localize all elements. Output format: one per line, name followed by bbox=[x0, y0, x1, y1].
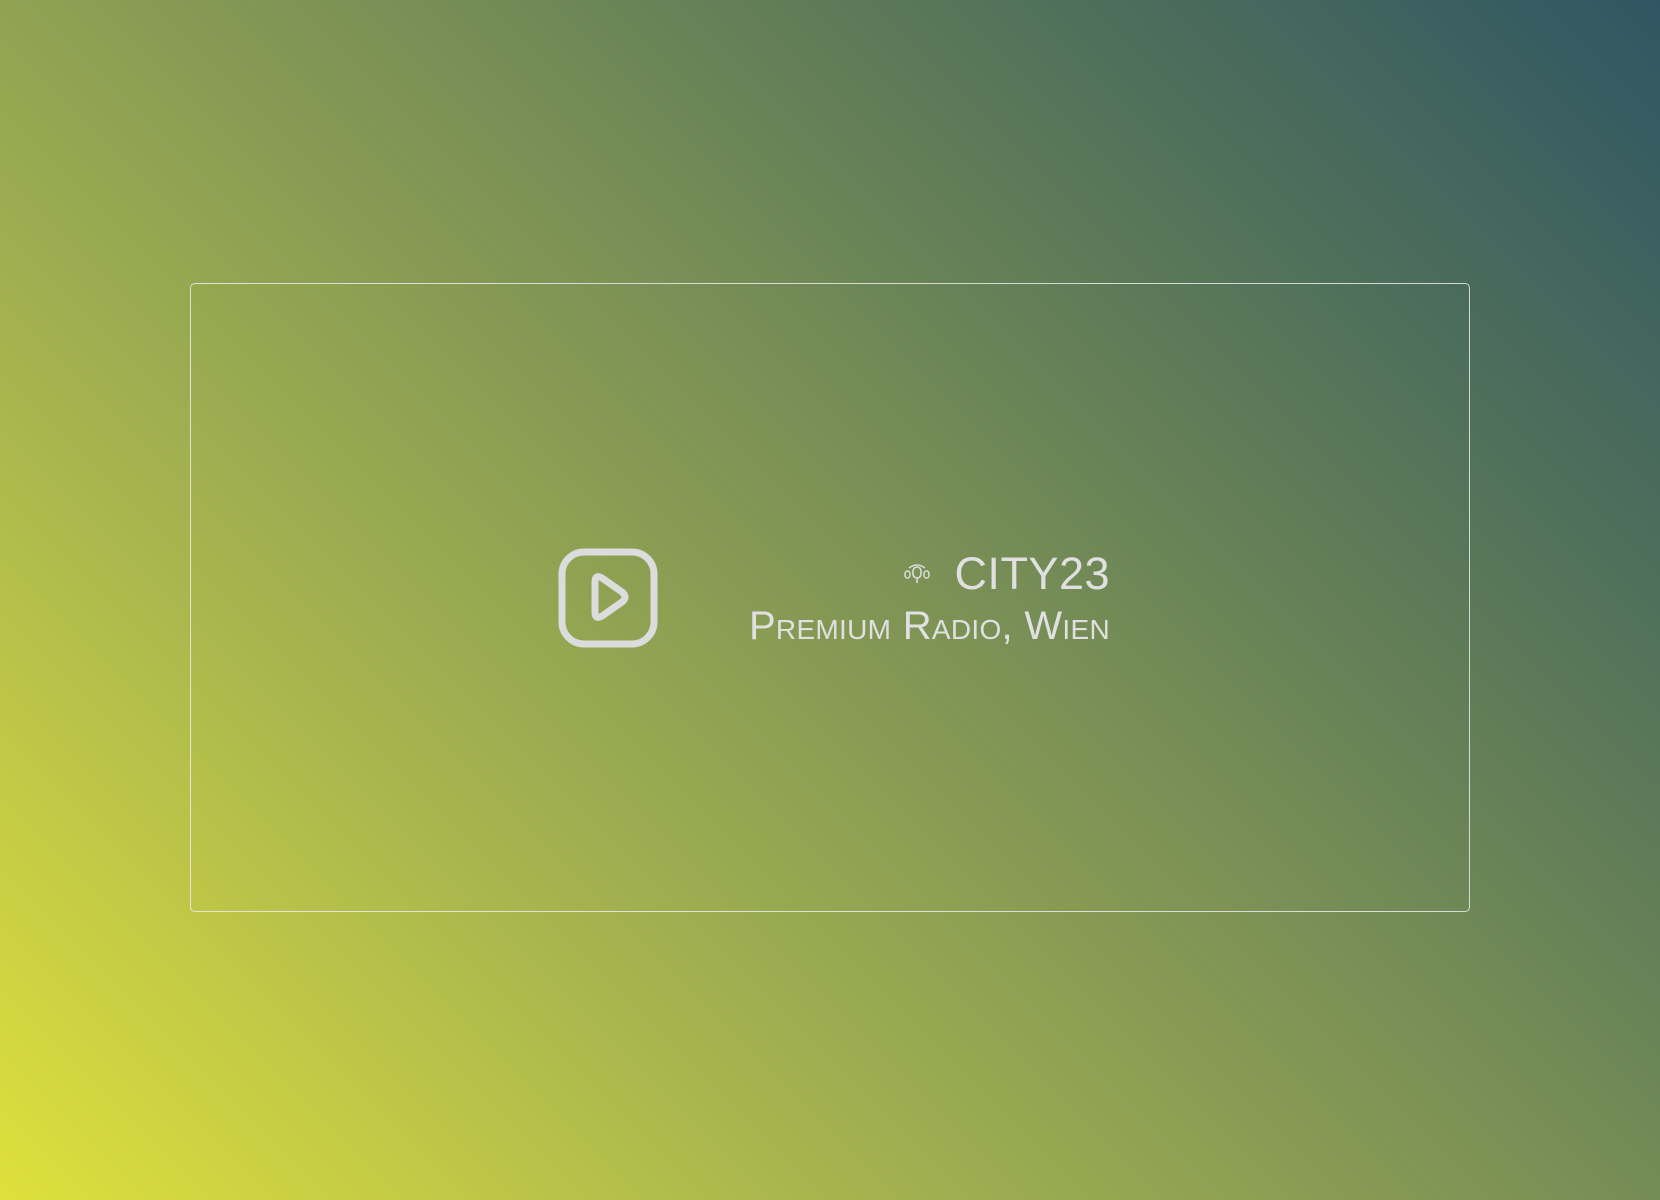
station-subtitle: Premium Radio, Wien bbox=[748, 604, 1110, 648]
station-name: CITY23 bbox=[954, 548, 1110, 599]
station-info: CITY23 Premium Radio, Wien bbox=[749, 548, 1110, 650]
station-row: CITY23 bbox=[749, 548, 1110, 600]
play-icon bbox=[558, 548, 658, 648]
play-button[interactable] bbox=[558, 548, 658, 648]
broadcast-icon bbox=[902, 563, 932, 585]
